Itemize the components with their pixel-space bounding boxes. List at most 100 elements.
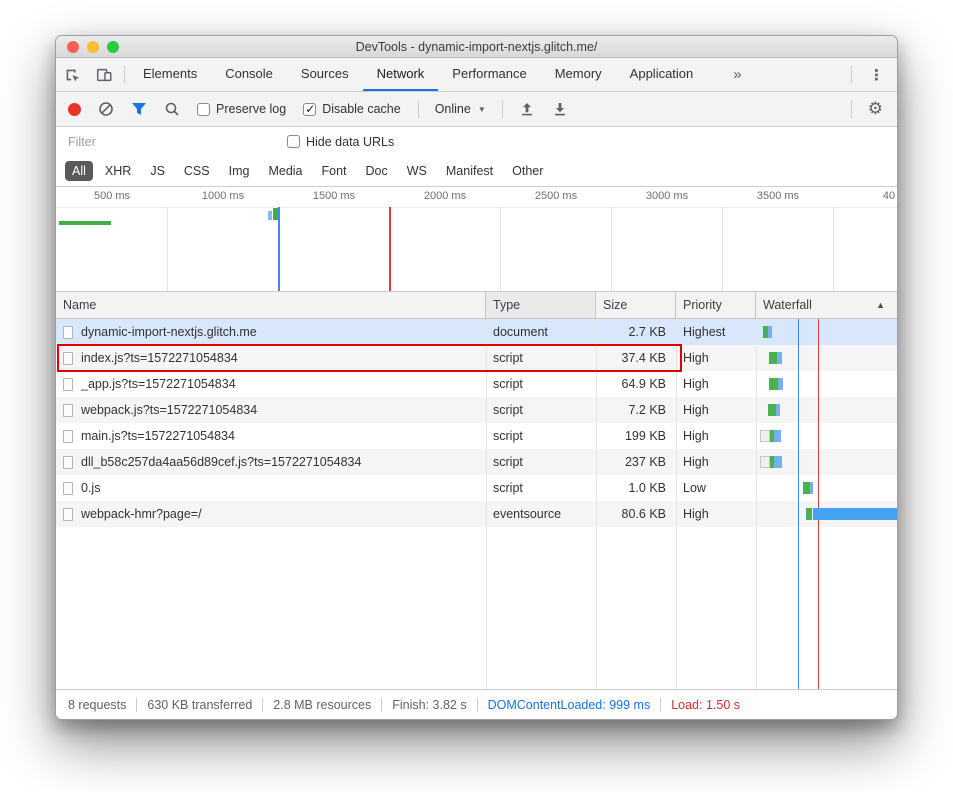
column-header-waterfall[interactable]: Waterfall ▲ bbox=[756, 292, 897, 318]
tab-elements[interactable]: Elements bbox=[129, 58, 211, 91]
request-type: script bbox=[486, 371, 596, 397]
request-priority: High bbox=[676, 397, 756, 423]
overview-tick-label: 3000 ms bbox=[612, 190, 722, 202]
waterfall-segment bbox=[776, 404, 780, 416]
request-priority: High bbox=[676, 371, 756, 397]
disable-cache-checkbox[interactable] bbox=[303, 103, 316, 116]
status-divider bbox=[136, 698, 137, 712]
request-row[interactable]: index.js?ts=1572271054834script37.4 KBHi… bbox=[56, 345, 897, 371]
network-overview[interactable]: 500 ms1000 ms1500 ms2000 ms2500 ms3000 m… bbox=[56, 187, 897, 292]
request-name-cell: webpack-hmr?page=/ bbox=[56, 501, 486, 527]
request-name: 0.js bbox=[81, 481, 100, 495]
search-icon[interactable] bbox=[164, 101, 180, 117]
tabbar-divider bbox=[124, 66, 125, 83]
type-filter-ws[interactable]: WS bbox=[400, 161, 434, 181]
column-divider bbox=[486, 319, 487, 689]
hide-data-urls-label: Hide data URLs bbox=[306, 135, 394, 149]
request-name: dll_b58c257da4aa56d89cef.js?ts=157227105… bbox=[81, 455, 361, 469]
waterfall-segment bbox=[769, 378, 778, 390]
type-filter-font[interactable]: Font bbox=[315, 161, 354, 181]
request-row[interactable]: dynamic-import-nextjs.glitch.medocument2… bbox=[56, 319, 897, 345]
overview-tick-label: 40 bbox=[834, 190, 897, 202]
type-filter-css[interactable]: CSS bbox=[177, 161, 217, 181]
type-filter-all[interactable]: All bbox=[65, 161, 93, 181]
status-divider bbox=[381, 698, 382, 712]
type-filter-js[interactable]: JS bbox=[143, 161, 172, 181]
inspect-element-icon[interactable] bbox=[56, 58, 88, 91]
request-row[interactable]: main.js?ts=1572271054834script199 KBHigh bbox=[56, 423, 897, 449]
column-header-priority[interactable]: Priority bbox=[676, 292, 756, 318]
minimize-button[interactable] bbox=[87, 41, 99, 53]
overview-tick-label: 2500 ms bbox=[501, 190, 611, 202]
request-type: script bbox=[486, 397, 596, 423]
hide-data-urls-checkbox[interactable] bbox=[287, 135, 300, 148]
device-toolbar-icon[interactable] bbox=[88, 58, 120, 91]
more-tabs-button[interactable]: » bbox=[723, 58, 751, 91]
hide-data-urls-toggle[interactable]: Hide data URLs bbox=[287, 135, 394, 149]
column-header-size[interactable]: Size bbox=[596, 292, 676, 318]
type-filter-bar: AllXHRJSCSSImgMedia FontDocWSManifestOthe… bbox=[56, 156, 897, 187]
preserve-log-checkbox[interactable] bbox=[197, 103, 210, 116]
request-size: 37.4 KB bbox=[596, 345, 676, 371]
tab-memory[interactable]: Memory bbox=[541, 58, 616, 91]
dcl-guide-line bbox=[798, 319, 799, 689]
type-filter-media[interactable]: Media bbox=[261, 161, 309, 181]
tab-sources[interactable]: Sources bbox=[287, 58, 363, 91]
overview-tick-label: 500 ms bbox=[57, 190, 167, 202]
preserve-log-toggle[interactable]: Preserve log bbox=[197, 102, 286, 116]
filter-toggle-button[interactable] bbox=[131, 102, 147, 116]
request-row[interactable]: webpack.js?ts=1572271054834script7.2 KBH… bbox=[56, 397, 897, 423]
overview-tick-label: 1500 ms bbox=[279, 190, 389, 202]
status-finish-time: Finish: 3.82 s bbox=[392, 698, 466, 712]
column-header-name[interactable]: Name bbox=[56, 292, 486, 318]
type-filter-img[interactable]: Img bbox=[222, 161, 257, 181]
request-row[interactable]: _app.js?ts=1572271054834script64.9 KBHig… bbox=[56, 371, 897, 397]
request-size: 7.2 KB bbox=[596, 397, 676, 423]
disable-cache-toggle[interactable]: Disable cache bbox=[303, 102, 401, 116]
requests-table: Name Type Size Priority Waterfall ▲ dyna… bbox=[56, 292, 897, 689]
type-filter-other[interactable]: Other bbox=[505, 161, 550, 181]
request-name-cell: index.js?ts=1572271054834 bbox=[56, 345, 486, 371]
request-size: 237 KB bbox=[596, 449, 676, 475]
file-icon bbox=[63, 326, 73, 339]
overview-gridline bbox=[500, 207, 501, 291]
devtools-window: DevTools - dynamic-import-nextjs.glitch.… bbox=[55, 35, 898, 720]
type-filter-doc[interactable]: Doc bbox=[359, 161, 395, 181]
devtools-menu-button[interactable]: ⋮ bbox=[856, 58, 897, 91]
devtools-tab-strip: ElementsConsoleSourcesNetworkPerformance… bbox=[129, 58, 707, 91]
tab-performance[interactable]: Performance bbox=[438, 58, 540, 91]
status-transferred-size: 630 KB transferred bbox=[147, 698, 252, 712]
type-filter-manifest[interactable]: Manifest bbox=[439, 161, 500, 181]
waterfall-segment bbox=[803, 482, 810, 494]
overview-tick-label: 1000 ms bbox=[168, 190, 278, 202]
tab-console[interactable]: Console bbox=[211, 58, 287, 91]
status-bar: 8 requests630 KB transferred2.8 MB resou… bbox=[56, 689, 897, 719]
record-button[interactable] bbox=[68, 103, 81, 116]
file-icon bbox=[63, 456, 73, 469]
request-row[interactable]: 0.jsscript1.0 KBLow bbox=[56, 475, 897, 501]
status-divider bbox=[660, 698, 661, 712]
waterfall-segment bbox=[806, 508, 812, 520]
zoom-button[interactable] bbox=[107, 41, 119, 53]
request-name: _app.js?ts=1572271054834 bbox=[81, 377, 236, 391]
request-name-cell: _app.js?ts=1572271054834 bbox=[56, 371, 486, 397]
import-har-icon[interactable] bbox=[519, 101, 535, 117]
close-button[interactable] bbox=[67, 41, 79, 53]
throttling-dropdown[interactable]: Online ▼ bbox=[435, 102, 486, 116]
tab-network[interactable]: Network bbox=[363, 58, 439, 91]
window-titlebar[interactable]: DevTools - dynamic-import-nextjs.glitch.… bbox=[56, 36, 897, 58]
type-filter-xhr[interactable]: XHR bbox=[98, 161, 138, 181]
status-divider bbox=[477, 698, 478, 712]
request-row[interactable]: dll_b58c257da4aa56d89cef.js?ts=157227105… bbox=[56, 449, 897, 475]
filter-input[interactable] bbox=[68, 135, 263, 149]
settings-gear-icon[interactable]: ⚙ bbox=[868, 99, 883, 119]
clear-button[interactable] bbox=[98, 101, 114, 117]
export-har-icon[interactable] bbox=[552, 101, 568, 117]
column-header-type[interactable]: Type bbox=[486, 292, 596, 318]
request-waterfall bbox=[756, 371, 897, 397]
waterfall-segment bbox=[777, 352, 782, 364]
request-row[interactable]: webpack-hmr?page=/eventsource80.6 KBHigh bbox=[56, 501, 897, 527]
overview-gridline bbox=[833, 207, 834, 291]
tab-application[interactable]: Application bbox=[616, 58, 708, 91]
waterfall-segment bbox=[778, 378, 783, 390]
